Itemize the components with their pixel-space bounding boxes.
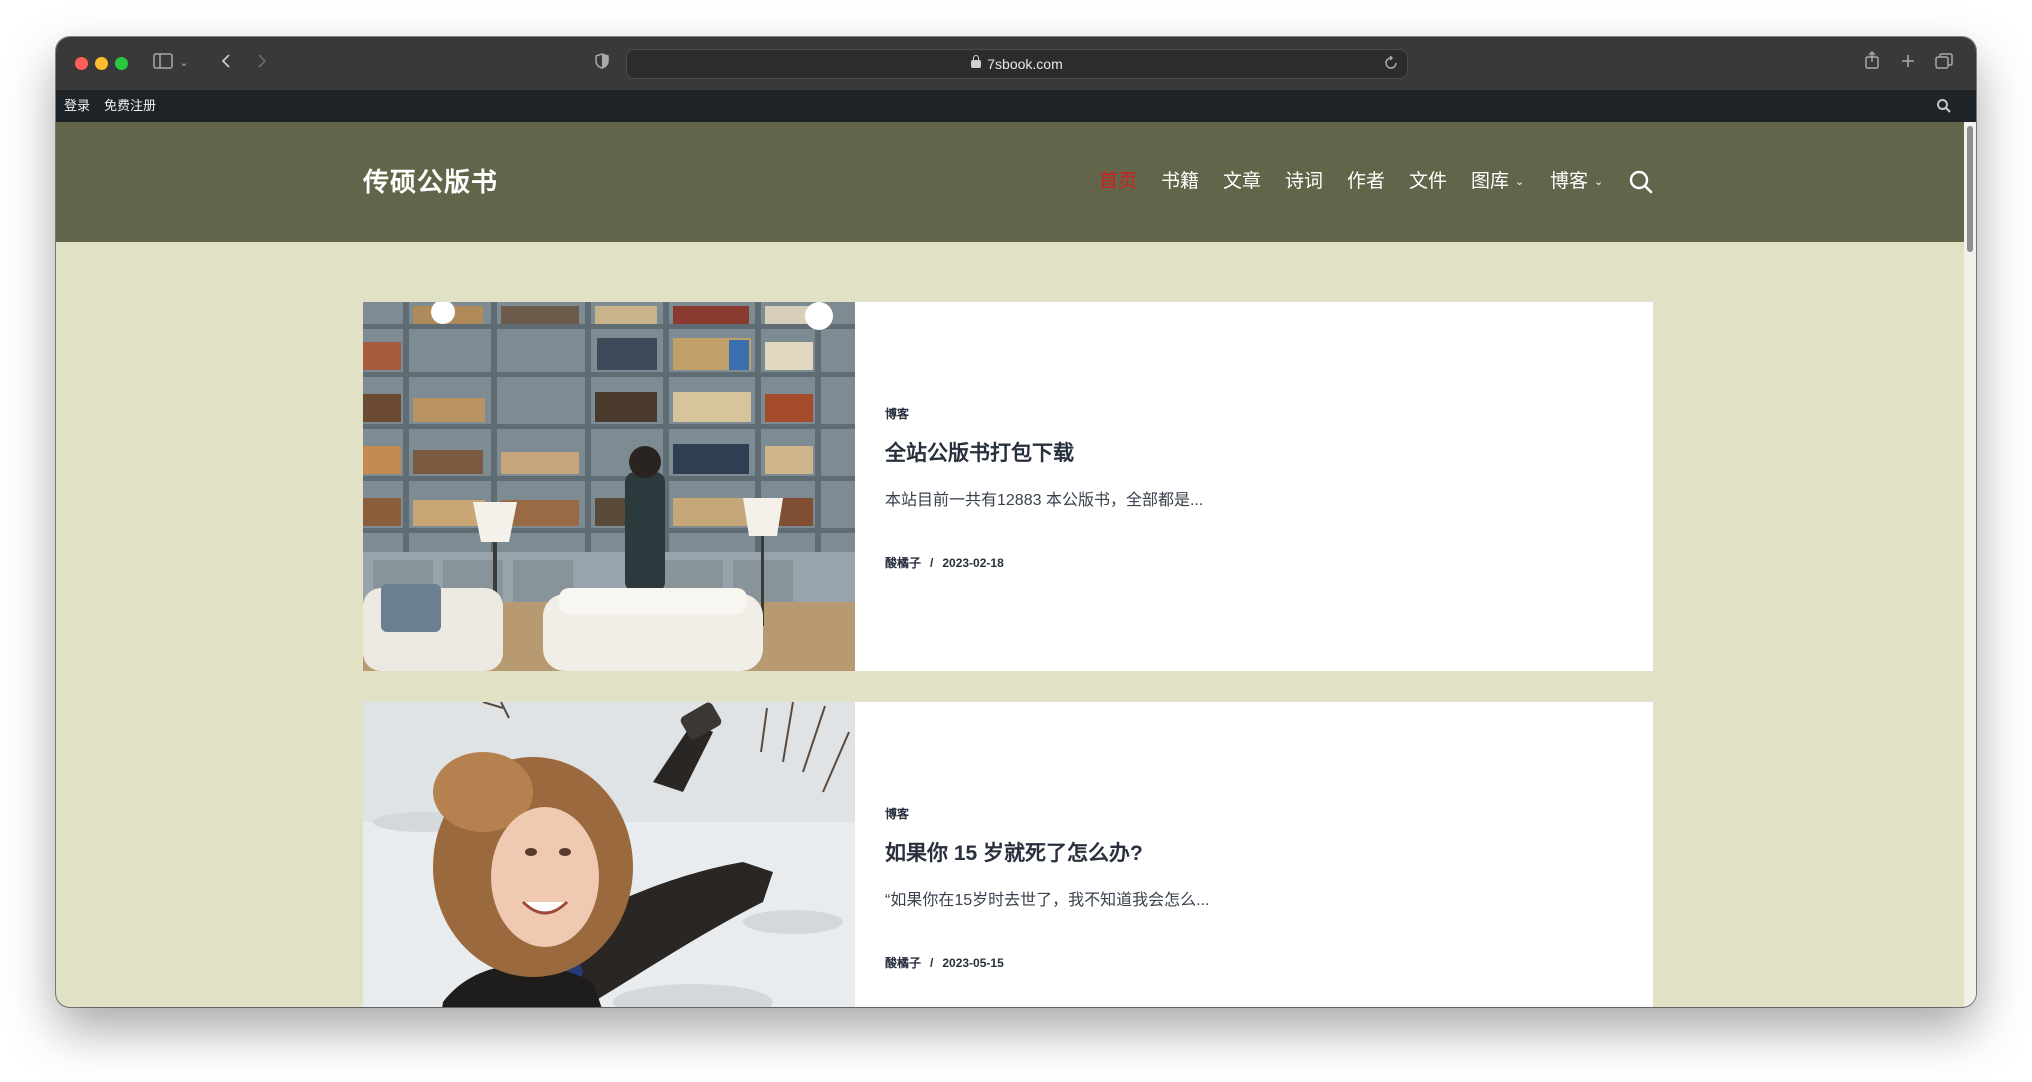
post-date[interactable]: 2023-05-15 [942, 956, 1003, 970]
page-scrollbar[interactable] [1964, 122, 1976, 1007]
chevron-down-icon: ⌄ [1515, 176, 1525, 188]
zoom-window-button[interactable] [115, 57, 128, 70]
meta-separator: / [930, 556, 934, 570]
browser-toolbar: ⌄ 7sbook.com [56, 37, 1976, 91]
share-icon[interactable] [1862, 50, 1882, 75]
close-window-button[interactable] [75, 57, 88, 70]
post-thumbnail[interactable] [363, 302, 855, 671]
nav-item-blog[interactable]: 博客 ⌄ [1550, 122, 1603, 244]
search-icon[interactable] [1627, 168, 1655, 196]
post-title[interactable]: 如果你 15 岁就死了怎么办? [885, 837, 1143, 867]
browser-window: ⌄ 7sbook.com 登录 免费注册 传硕公版书 首页 书籍 文章 诗词 作… [56, 37, 1976, 1007]
scrollbar-thumb[interactable] [1967, 126, 1973, 252]
back-icon[interactable] [216, 51, 236, 75]
nav-item-home[interactable]: 首页 [1099, 122, 1137, 242]
chevron-down-icon[interactable]: ⌄ [178, 51, 190, 75]
nav-item-books[interactable]: 书籍 [1161, 122, 1199, 242]
address-url: 7sbook.com [627, 50, 1407, 78]
site-header: 传硕公版书 首页 书籍 文章 诗词 作者 文件 图库 ⌄ 博客 ⌄ [56, 122, 1976, 242]
post-author[interactable]: 酸橘子 [885, 956, 921, 970]
post-excerpt: “如果你在15岁时去世了，我不知道我会怎么... [885, 892, 1210, 909]
post-excerpt: 本站目前一共有12883 本公版书，全部都是... [885, 492, 1204, 509]
privacy-shield-icon[interactable] [592, 51, 612, 75]
post-meta: 酸橘子 / 2023-05-15 [885, 954, 1004, 971]
post-card: 博客 如果你 15 岁就死了怎么办? “如果你在15岁时去世了，我不知道我会怎么… [363, 702, 1653, 1007]
forward-icon[interactable] [252, 51, 272, 75]
post-date[interactable]: 2023-02-18 [942, 556, 1003, 570]
nav-item-authors[interactable]: 作者 [1347, 122, 1385, 242]
site-title[interactable]: 传硕公版书 [363, 122, 498, 242]
nav-item-files[interactable]: 文件 [1409, 122, 1447, 242]
nav-item-gallery[interactable]: 图库 ⌄ [1471, 122, 1524, 244]
lock-icon [971, 55, 982, 68]
new-tab-icon[interactable] [1898, 51, 1918, 75]
nav-item-poems[interactable]: 诗词 [1285, 122, 1323, 242]
nav-item-articles[interactable]: 文章 [1223, 122, 1261, 242]
minimize-window-button[interactable] [95, 57, 108, 70]
post-category[interactable]: 博客 [885, 805, 909, 822]
post-thumbnail[interactable] [363, 702, 855, 1007]
reload-icon[interactable] [1383, 55, 1399, 76]
post-author[interactable]: 酸橘子 [885, 556, 921, 570]
post-card: 博客 全站公版书打包下载 本站目前一共有12883 本公版书，全部都是... 酸… [363, 302, 1653, 671]
address-bar[interactable]: 7sbook.com [626, 49, 1408, 79]
admin-bar: 登录 免费注册 [56, 90, 1976, 122]
post-meta: 酸橘子 / 2023-02-18 [885, 554, 1004, 571]
meta-separator: / [930, 956, 934, 970]
post-title[interactable]: 全站公版书打包下载 [885, 437, 1074, 467]
register-link[interactable]: 免费注册 [104, 90, 156, 122]
post-category[interactable]: 博客 [885, 405, 909, 422]
chevron-down-icon: ⌄ [1594, 176, 1604, 188]
sidebar-toggle-icon[interactable] [152, 51, 174, 75]
admin-search-icon[interactable] [1936, 98, 1952, 117]
login-link[interactable]: 登录 [64, 90, 90, 122]
tab-overview-icon[interactable] [1934, 51, 1954, 75]
